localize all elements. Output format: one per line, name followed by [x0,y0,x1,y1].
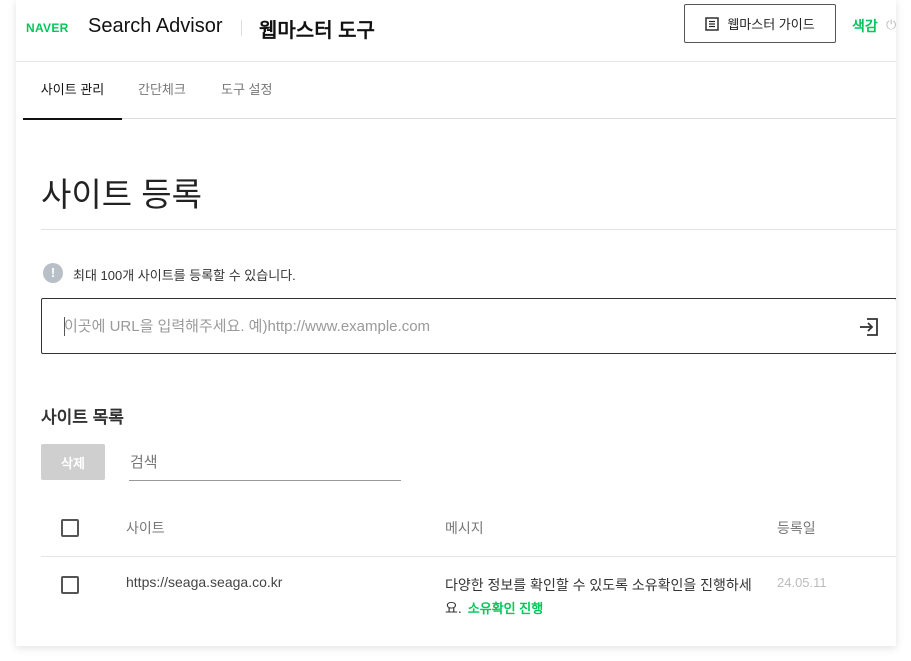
page-title: 사이트 등록 [41,176,202,213]
column-header-message: 메시지 [445,520,484,536]
site-url-input[interactable] [64,299,844,353]
row-message: 다양한 정보를 확인할 수 있도록 소유확인을 진행하세요. 소유확인 진행 [445,574,755,620]
site-list-title: 사이트 목록 [41,408,124,427]
site-limit-notice: 최대 100개 사이트를 등록할 수 있습니다. [73,268,296,283]
title-divider-line [41,229,896,230]
tab-bar: 사이트 관리 간단체크 도구 설정 [23,62,896,120]
naver-logo[interactable]: NAVER [26,21,69,35]
tab-site-management[interactable]: 사이트 관리 [23,62,122,120]
webmaster-guide-button[interactable]: 웹마스터 가이드 [684,4,836,43]
theme-toggle[interactable]: 색감 [852,16,878,36]
url-input-box [41,298,896,354]
enter-arrow-icon[interactable] [858,316,880,338]
table-row: https://seaga.seaga.co.kr 다양한 정보를 확인할 수 … [41,557,896,627]
select-all-checkbox[interactable] [61,519,79,537]
info-circle-icon: ! [43,263,63,283]
app-frame: NAVER Search Advisor 웹마스터 도구 웹마스터 가이드 색감… [16,0,896,646]
brand-name[interactable]: Search Advisor [88,15,223,38]
column-header-site: 사이트 [126,520,165,536]
power-icon[interactable]: ⏻ [886,17,896,33]
registered-date: 24.05.11 [777,575,827,590]
site-url[interactable]: https://seaga.seaga.co.kr [126,574,282,590]
tab-tool-settings[interactable]: 도구 설정 [221,62,272,119]
tool-title: 웹마스터 도구 [259,20,375,42]
title-divider [241,20,242,36]
webmaster-guide-label: 웹마스터 가이드 [727,17,815,32]
row-checkbox[interactable] [61,576,79,594]
header: NAVER Search Advisor 웹마스터 도구 웹마스터 가이드 색감… [16,0,896,62]
table-header: 사이트 메시지 등록일 [41,499,896,557]
verify-ownership-link[interactable]: 소유확인 진행 [468,601,543,616]
column-header-date: 등록일 [777,520,816,536]
book-list-icon [705,16,720,31]
tab-quick-check[interactable]: 간단체크 [138,62,186,119]
delete-button[interactable]: 삭제 [41,444,105,480]
site-search-input[interactable] [129,444,401,481]
